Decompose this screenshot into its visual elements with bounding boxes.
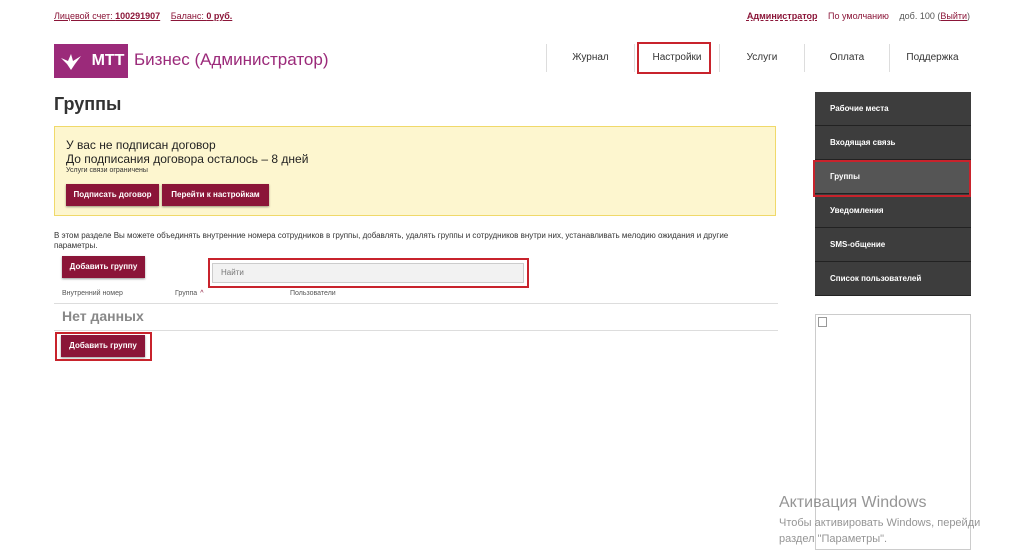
empty-state: Нет данных [62, 308, 144, 324]
default-label[interactable]: По умолчанию [828, 11, 889, 21]
balance-link[interactable]: Баланс: 0 руб. [171, 11, 233, 21]
extension-label: доб. 100 ( [899, 11, 941, 21]
nav-payment[interactable]: Оплата [804, 44, 889, 72]
divider [54, 330, 778, 331]
table-header: Внутренний номер Группа ^ Пользователи [54, 289, 778, 304]
account-label: Лицевой счет: [54, 11, 116, 21]
sidebar: Рабочие места Входящая связь Группы Увед… [815, 92, 971, 296]
bird-icon [61, 54, 81, 70]
search-input[interactable]: Найти [212, 263, 524, 283]
sidebar-item-users[interactable]: Список пользователей [815, 262, 971, 296]
logo-mtt[interactable]: МТТ [88, 44, 128, 78]
watermark-line2: Чтобы активировать Windows, перейди [779, 517, 981, 529]
column-group[interactable]: Группа ^ [175, 290, 203, 297]
sidebar-item-workplaces[interactable]: Рабочие места [815, 92, 971, 126]
sidebar-item-notifications[interactable]: Уведомления [815, 194, 971, 228]
nav-settings[interactable]: Настройки [634, 44, 719, 72]
logout-link[interactable]: Выйти [940, 11, 967, 21]
section-description: В этом разделе Вы можете объединять внут… [54, 231, 729, 250]
sidebar-item-groups[interactable]: Группы [815, 160, 971, 194]
page-title: Группы [54, 94, 122, 114]
nav-journal[interactable]: Журнал [546, 44, 634, 72]
sidebar-item-sms[interactable]: SMS-общение [815, 228, 971, 262]
sort-icon: ^ [200, 290, 204, 297]
brand-title: Бизнес (Администратор) [134, 50, 329, 69]
contract-warning: У вас не подписан договор До подписания … [54, 126, 776, 216]
column-users[interactable]: Пользователи [290, 290, 336, 297]
account-number: 100291907 [115, 11, 161, 21]
windows-activation-watermark: Активация Windows Чтобы активировать Win… [779, 494, 980, 545]
warning-title: У вас не подписан договор [66, 138, 216, 152]
nav-services[interactable]: Услуги [719, 44, 804, 72]
balance-label: Баланс: [170, 11, 207, 21]
balance-value: 0 руб. [206, 11, 233, 21]
main-nav: Журнал Настройки Услуги Оплата Поддержка [546, 44, 975, 72]
sign-contract-button[interactable]: Подписать договор [66, 184, 159, 206]
column-group-label: Группа [175, 290, 198, 297]
watermark-line3: раздел "Параметры". [779, 533, 888, 545]
sidebar-item-incoming[interactable]: Входящая связь [815, 126, 971, 160]
account-info: Лицевой счет: 100291907 Баланс: 0 руб. [54, 11, 240, 21]
add-group-bottom-button[interactable]: Добавить группу [61, 335, 145, 357]
watermark-title: Активация Windows [779, 494, 927, 511]
account-link[interactable]: Лицевой счет: 100291907 [54, 11, 160, 21]
warning-days: До подписания договора осталось – 8 дней [66, 152, 309, 166]
column-extension[interactable]: Внутренний номер [62, 290, 123, 297]
add-group-button[interactable]: Добавить группу [62, 256, 145, 278]
warning-note: Услуги связи ограничены [66, 167, 148, 174]
logo-mark[interactable] [54, 44, 88, 78]
broken-image-icon [818, 317, 827, 327]
admin-link[interactable]: Администратор [747, 11, 818, 21]
go-to-settings-button[interactable]: Перейти к настройкам [162, 184, 269, 206]
user-info: Администратор По умолчанию доб. 100 (Вый… [747, 11, 970, 21]
nav-support[interactable]: Поддержка [889, 44, 975, 72]
extension-close: ) [967, 11, 970, 21]
